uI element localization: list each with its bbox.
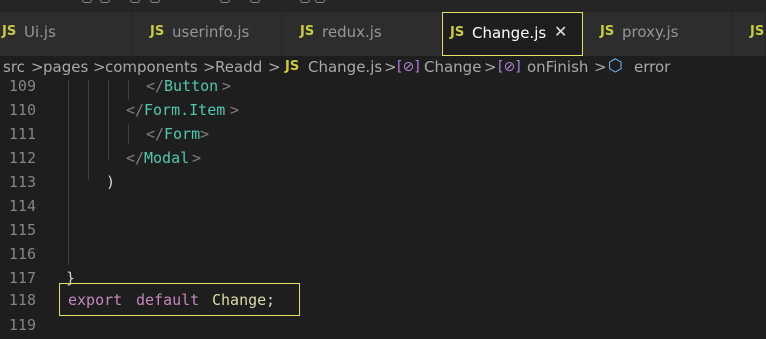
javascript-file-icon: JS (600, 24, 615, 39)
code-token: Button (164, 77, 219, 95)
line-number: 113 (8, 173, 36, 191)
tab-overflow[interactable]: JS (733, 12, 766, 56)
javascript-file-icon: JS (2, 24, 17, 39)
breadcrumb: src > pages > components > Readd > JS Ch… (0, 56, 766, 80)
chevron-right-icon: > (203, 58, 216, 76)
indent-guide (68, 80, 69, 265)
code-token: </ (146, 125, 165, 143)
code-token: </ (126, 101, 145, 119)
breadcrumb-item-readd[interactable]: Readd (215, 58, 262, 76)
chevron-right-icon: > (594, 58, 607, 76)
code-token: ; (266, 291, 276, 309)
close-icon[interactable]: ✕ (554, 22, 567, 41)
code-token: > (192, 149, 202, 167)
line-number: 115 (8, 221, 36, 239)
javascript-file-icon: JS (300, 24, 315, 39)
partial-glyph (300, 0, 310, 3)
tab-change-js[interactable]: JS Change.js ✕ (442, 12, 583, 56)
line-number: 119 (8, 316, 36, 334)
code-token: default (136, 291, 200, 309)
chevron-right-icon: > (268, 58, 281, 76)
breadcrumb-item-error[interactable]: error (634, 58, 670, 76)
code-token: > (230, 101, 240, 119)
breadcrumb-item-change[interactable]: Change (424, 58, 481, 76)
tab-userinfo-js[interactable]: JS userinfo.js (132, 12, 282, 56)
symbol-method-icon: [⊘] (397, 59, 420, 75)
line-number: 118 (8, 291, 36, 309)
tab-label: userinfo.js (172, 23, 250, 41)
breadcrumb-item-change-js[interactable]: Change.js (308, 58, 382, 76)
partial-glyph (150, 0, 160, 3)
javascript-file-icon: JS (285, 59, 300, 74)
chevron-right-icon: > (484, 58, 497, 76)
breadcrumb-item-pages[interactable]: pages (43, 58, 88, 76)
line-number: 117 (8, 269, 36, 287)
line-number: 111 (8, 125, 36, 143)
indent-guide (128, 124, 129, 144)
indent-guide (108, 80, 109, 160)
symbol-method-icon: [⊘] (498, 59, 521, 75)
partial-glyph (100, 0, 110, 3)
partial-glyph (220, 0, 230, 3)
javascript-file-icon: JS (450, 25, 465, 40)
code-token: > (222, 77, 232, 95)
line-number: 110 (8, 101, 36, 119)
partial-glyph (250, 0, 260, 3)
symbol-variable-icon: ⬡ (608, 56, 623, 76)
line-number: 114 (8, 197, 36, 215)
tab-label: Change.js (472, 24, 547, 42)
line-number: 112 (8, 149, 36, 167)
code-token: ) (106, 173, 116, 191)
partial-glyph (315, 0, 325, 3)
code-token: Modal (144, 149, 190, 167)
code-editor[interactable]: 109 </ Button > 110 </ Form.Item > 111 <… (0, 77, 766, 339)
breadcrumb-item-onfinish[interactable]: onFinish (527, 58, 588, 76)
code-token: Form.Item (144, 101, 226, 119)
breadcrumb-item-components[interactable]: components (105, 58, 198, 76)
indent-guide (88, 80, 89, 180)
javascript-file-icon: JS (750, 24, 765, 39)
line-number: 116 (8, 245, 36, 263)
chevron-right-icon: > (31, 58, 44, 76)
editor-tab-bar: JS Ui.js JS userinfo.js JS redux.js JS C… (0, 12, 766, 56)
code-token: </ (126, 149, 145, 167)
tab-label: Ui.js (24, 23, 56, 41)
javascript-file-icon: JS (150, 24, 165, 39)
breadcrumb-item-src[interactable]: src (3, 58, 25, 76)
partial-glyph (82, 0, 92, 3)
tab-label: proxy.js (622, 23, 679, 41)
tab-proxy-js[interactable]: JS proxy.js (583, 12, 733, 56)
chevron-right-icon: > (384, 58, 397, 76)
code-token: export (68, 291, 123, 309)
indent-guide (128, 80, 129, 100)
code-token: </ (146, 77, 165, 95)
code-token: > (200, 125, 210, 143)
tab-ui-js[interactable]: JS Ui.js (0, 12, 132, 56)
chevron-right-icon: > (93, 58, 106, 76)
line-number: 109 (8, 77, 36, 95)
code-token: Change (212, 291, 267, 309)
code-token: Form (164, 125, 201, 143)
tab-redux-js[interactable]: JS redux.js (282, 12, 442, 56)
tab-label: redux.js (322, 23, 382, 41)
window-top-strip (0, 0, 766, 12)
partial-glyph (130, 0, 140, 3)
